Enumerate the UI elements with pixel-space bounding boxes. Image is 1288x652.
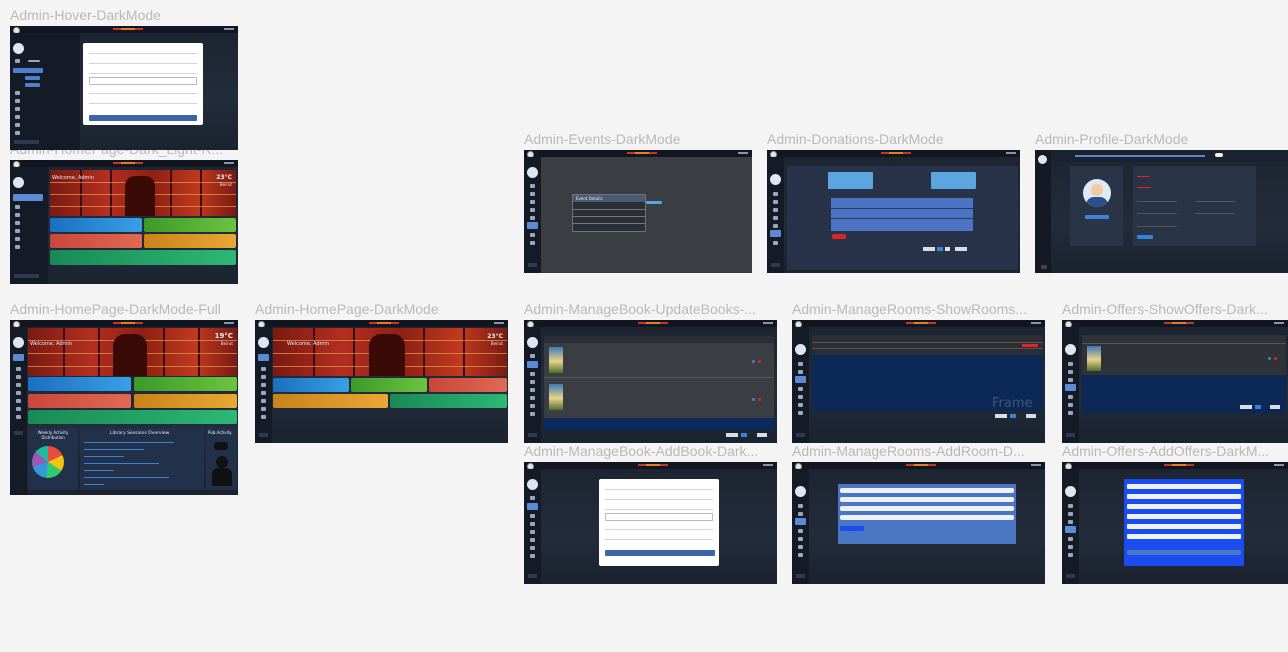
city: Beirut: [220, 341, 233, 346]
temperature: 23°C: [216, 174, 232, 181]
avatar: [13, 43, 24, 54]
library-sessions-panel: Library Sessions Overview: [80, 428, 204, 490]
profile-card: [1070, 166, 1123, 246]
stat-tile[interactable]: [134, 377, 237, 391]
stat-tile[interactable]: [273, 394, 388, 408]
profile-avatar: [1083, 179, 1111, 207]
frame-profile[interactable]: [1035, 150, 1288, 273]
frame-label-add-offers[interactable]: Admin-Offers-AddOffers-DarkM...: [1062, 443, 1288, 459]
books-table: [544, 336, 774, 418]
offers-table: [1082, 335, 1286, 413]
frame-label-home-full[interactable]: Admin-HomePage-DarkMode-Full: [10, 301, 238, 317]
event-details-title: Event Details: [576, 196, 603, 201]
stat-tile[interactable]: [429, 378, 507, 392]
frame-home-full[interactable]: Welcome, Admin 19°C Beirut Weekly Activi…: [10, 320, 238, 495]
add-room-form: [838, 484, 1016, 544]
pub-activity-title: Pub.Activity: [208, 430, 232, 435]
book-cover: [549, 347, 563, 373]
frame-label-hover[interactable]: Admin-Hover-DarkMode: [10, 7, 238, 23]
stat-tile[interactable]: [28, 410, 237, 424]
frame-home-light[interactable]: Welcome, Admin 23°C Beirut: [10, 160, 238, 284]
welcome-text: Welcome, Admin: [52, 175, 94, 181]
add-book-button[interactable]: [605, 550, 716, 556]
add-room-button[interactable]: [840, 526, 864, 531]
topbar: [10, 26, 238, 34]
frame-home[interactable]: Welcome, Admin 23°C Beirut: [255, 320, 508, 443]
frame-hover[interactable]: [10, 26, 238, 150]
stat-tile[interactable]: [50, 218, 142, 232]
stat-tile[interactable]: [390, 394, 507, 408]
profile-details: [1133, 166, 1256, 246]
add-book-form: [599, 479, 719, 566]
book-cover: [1087, 346, 1101, 371]
stat-tile[interactable]: [28, 394, 131, 408]
edit-form-card: [83, 43, 203, 125]
donation-stat-card: [828, 172, 873, 189]
welcome-text: Welcome, Admin: [30, 341, 72, 347]
frame-label-add-room[interactable]: Admin-ManageRooms-AddRoom-D...: [792, 443, 1045, 459]
add-event-button[interactable]: [646, 201, 662, 204]
frame-label-home[interactable]: Admin-HomePage-DarkMode: [255, 301, 508, 317]
frame-add-book[interactable]: [524, 462, 777, 584]
frame-label-add-book[interactable]: Admin-ManageBook-AddBook-Dark...: [524, 443, 777, 459]
event-details-table: Event Details: [572, 194, 646, 232]
stat-tile[interactable]: [50, 234, 142, 248]
sidebar: [10, 33, 80, 150]
library-sessions-title: Library Sessions Overview: [110, 431, 170, 436]
donations-table: [831, 198, 973, 231]
delete-button[interactable]: [832, 234, 846, 239]
pub-activity-panel: Pub.Activity: [206, 428, 237, 490]
book-cover: [549, 384, 563, 410]
city: Beirut: [219, 182, 232, 187]
frame-events[interactable]: Event Details: [524, 150, 752, 273]
stat-tile[interactable]: [144, 234, 236, 248]
frame-label-donations[interactable]: Admin-Donations-DarkMode: [767, 131, 1020, 147]
frame-donations[interactable]: [767, 150, 1020, 273]
stat-tile[interactable]: [144, 218, 236, 232]
submit-button[interactable]: [89, 115, 197, 121]
welcome-banner: Welcome, Admin 23°C Beirut: [50, 170, 236, 216]
frame-label-show-offers[interactable]: Admin-Offers-ShowOffers-Dark...: [1062, 301, 1288, 317]
frame-watermark: Frame: [992, 396, 1033, 411]
stat-tile[interactable]: [273, 378, 349, 392]
frame-label-profile[interactable]: Admin-Profile-DarkMode: [1035, 131, 1288, 147]
frame-label-update-books[interactable]: Admin-ManageBook-UpdateBooks-...: [524, 301, 777, 317]
pie-chart: [32, 446, 64, 478]
frame-show-rooms[interactable]: Frame: [792, 320, 1045, 443]
stat-tile[interactable]: [50, 250, 236, 265]
frame-show-offers[interactable]: [1062, 320, 1288, 443]
welcome-banner: Welcome, Admin 23°C Beirut: [273, 328, 507, 376]
upload-button[interactable]: [1085, 215, 1109, 219]
temperature: 19°C: [214, 332, 233, 340]
frame-label-events[interactable]: Admin-Events-DarkMode: [524, 131, 752, 147]
frame-label-show-rooms[interactable]: Admin-ManageRooms-ShowRooms...: [792, 301, 1045, 317]
frame-add-offers[interactable]: [1062, 462, 1288, 584]
welcome-banner: Welcome, Admin 19°C Beirut: [28, 328, 237, 376]
stat-tile[interactable]: [28, 377, 131, 391]
city: Beirut: [490, 341, 503, 346]
frame-add-room[interactable]: [792, 462, 1045, 584]
donation-stat-card: [931, 172, 976, 189]
add-offer-button[interactable]: [1127, 550, 1241, 555]
save-button[interactable]: [1137, 235, 1153, 239]
welcome-text: Welcome, Admin: [287, 341, 329, 347]
temperature: 23°C: [487, 333, 503, 340]
weekly-activity-panel: Weekly Activity Distribution: [28, 428, 78, 490]
add-offer-form: [1124, 479, 1244, 566]
stat-tile[interactable]: [351, 378, 427, 392]
stat-tile[interactable]: [134, 394, 237, 408]
frame-update-books[interactable]: [524, 320, 777, 443]
weekly-activity-title: Weekly Activity Distribution: [37, 430, 69, 440]
